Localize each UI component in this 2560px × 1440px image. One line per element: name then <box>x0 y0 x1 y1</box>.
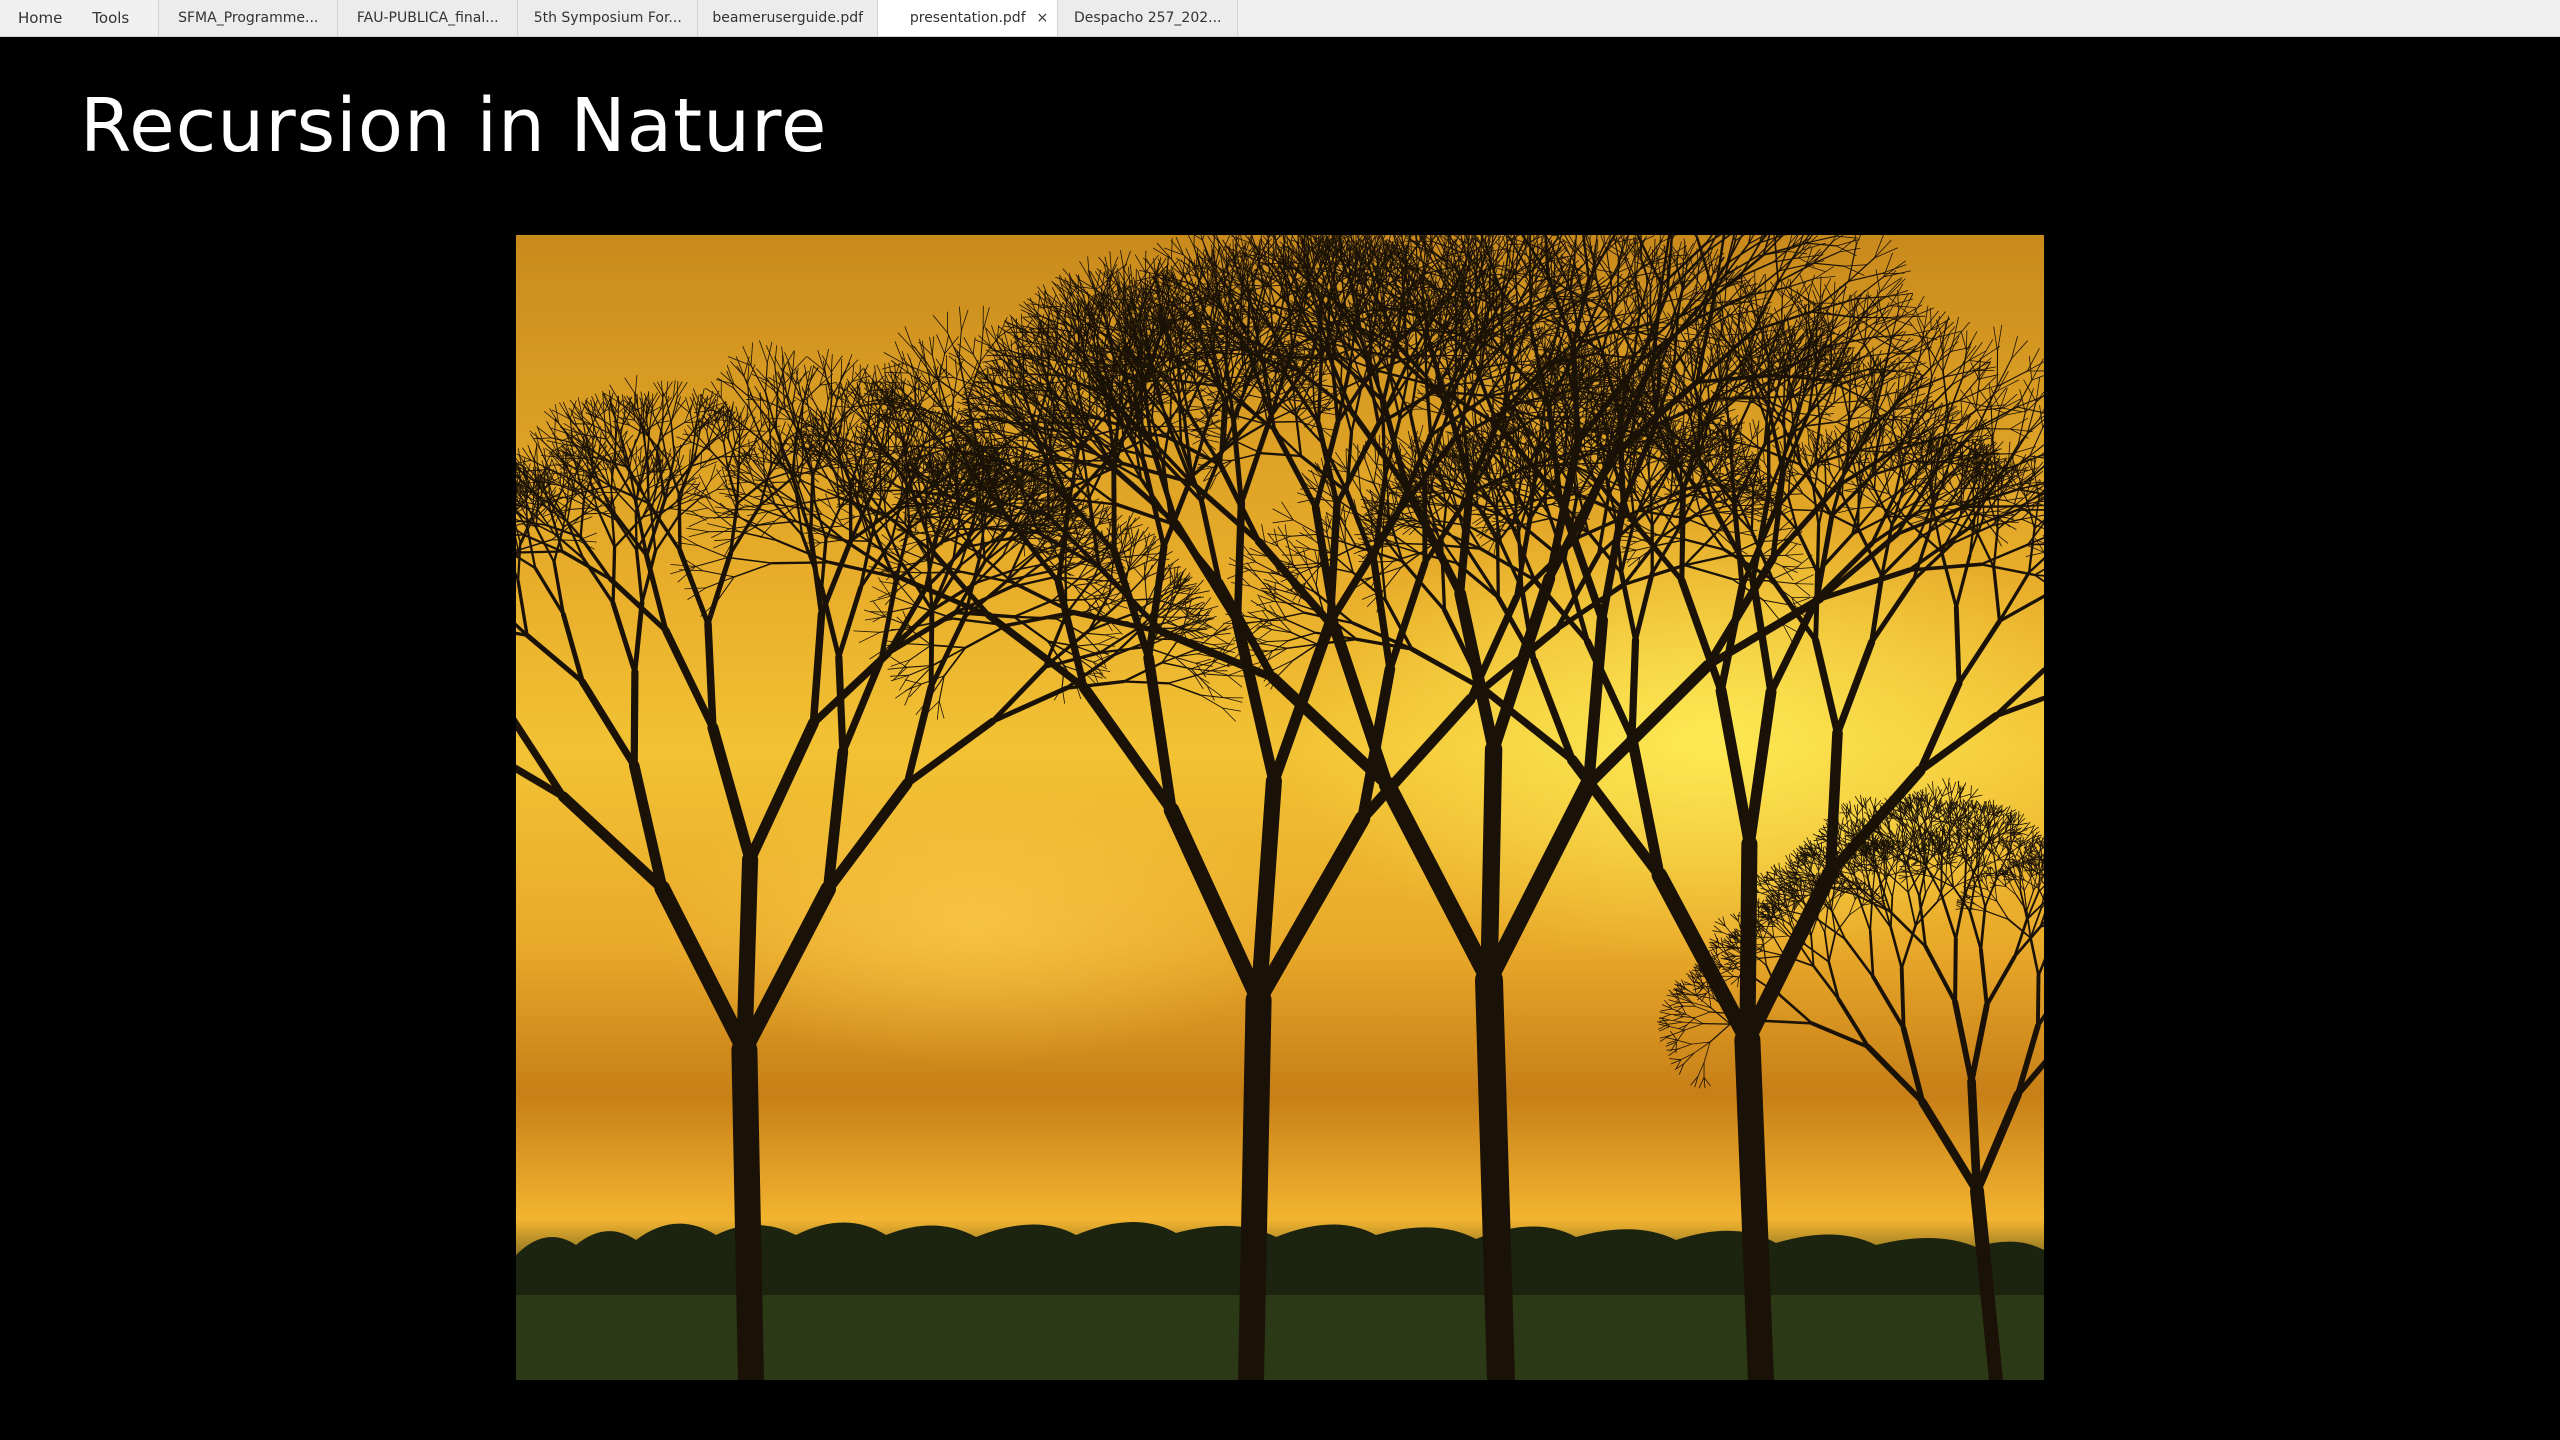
tab-label: SFMA_Programme... <box>178 10 319 26</box>
tab-label: FAU-PUBLICA_final... <box>356 10 499 26</box>
tab-fau-publica[interactable]: FAU-PUBLICA_final... <box>338 0 519 36</box>
menu-home[interactable]: Home <box>0 0 77 36</box>
tab-bar: Home Tools SFMA_Programme... FAU-PUBLICA… <box>0 0 2560 37</box>
tab-beameruserguide[interactable]: beameruserguide.pdf <box>698 0 879 36</box>
slide-canvas: Recursion in Nature <box>0 37 2560 1440</box>
tab-5th-symposium[interactable]: 5th Symposium For... <box>518 0 699 36</box>
menu-tools[interactable]: Tools <box>77 0 144 36</box>
tab-label: 5th Symposium For... <box>533 10 682 26</box>
tab-despacho[interactable]: Despacho 257_202... <box>1058 0 1239 36</box>
slide-title: Recursion in Nature <box>80 83 828 169</box>
tab-presentation[interactable]: presentation.pdf × <box>878 0 1059 36</box>
close-icon[interactable]: × <box>1037 11 1049 25</box>
trees-sunset-photo <box>516 235 2044 1380</box>
tab-label: Despacho 257_202... <box>1073 10 1222 26</box>
trees-silhouette-image <box>516 235 2044 1380</box>
tab-sfma-programme[interactable]: SFMA_Programme... <box>158 0 339 36</box>
tab-label: beameruserguide.pdf <box>712 10 864 26</box>
tab-label: presentation.pdf <box>909 10 1026 26</box>
